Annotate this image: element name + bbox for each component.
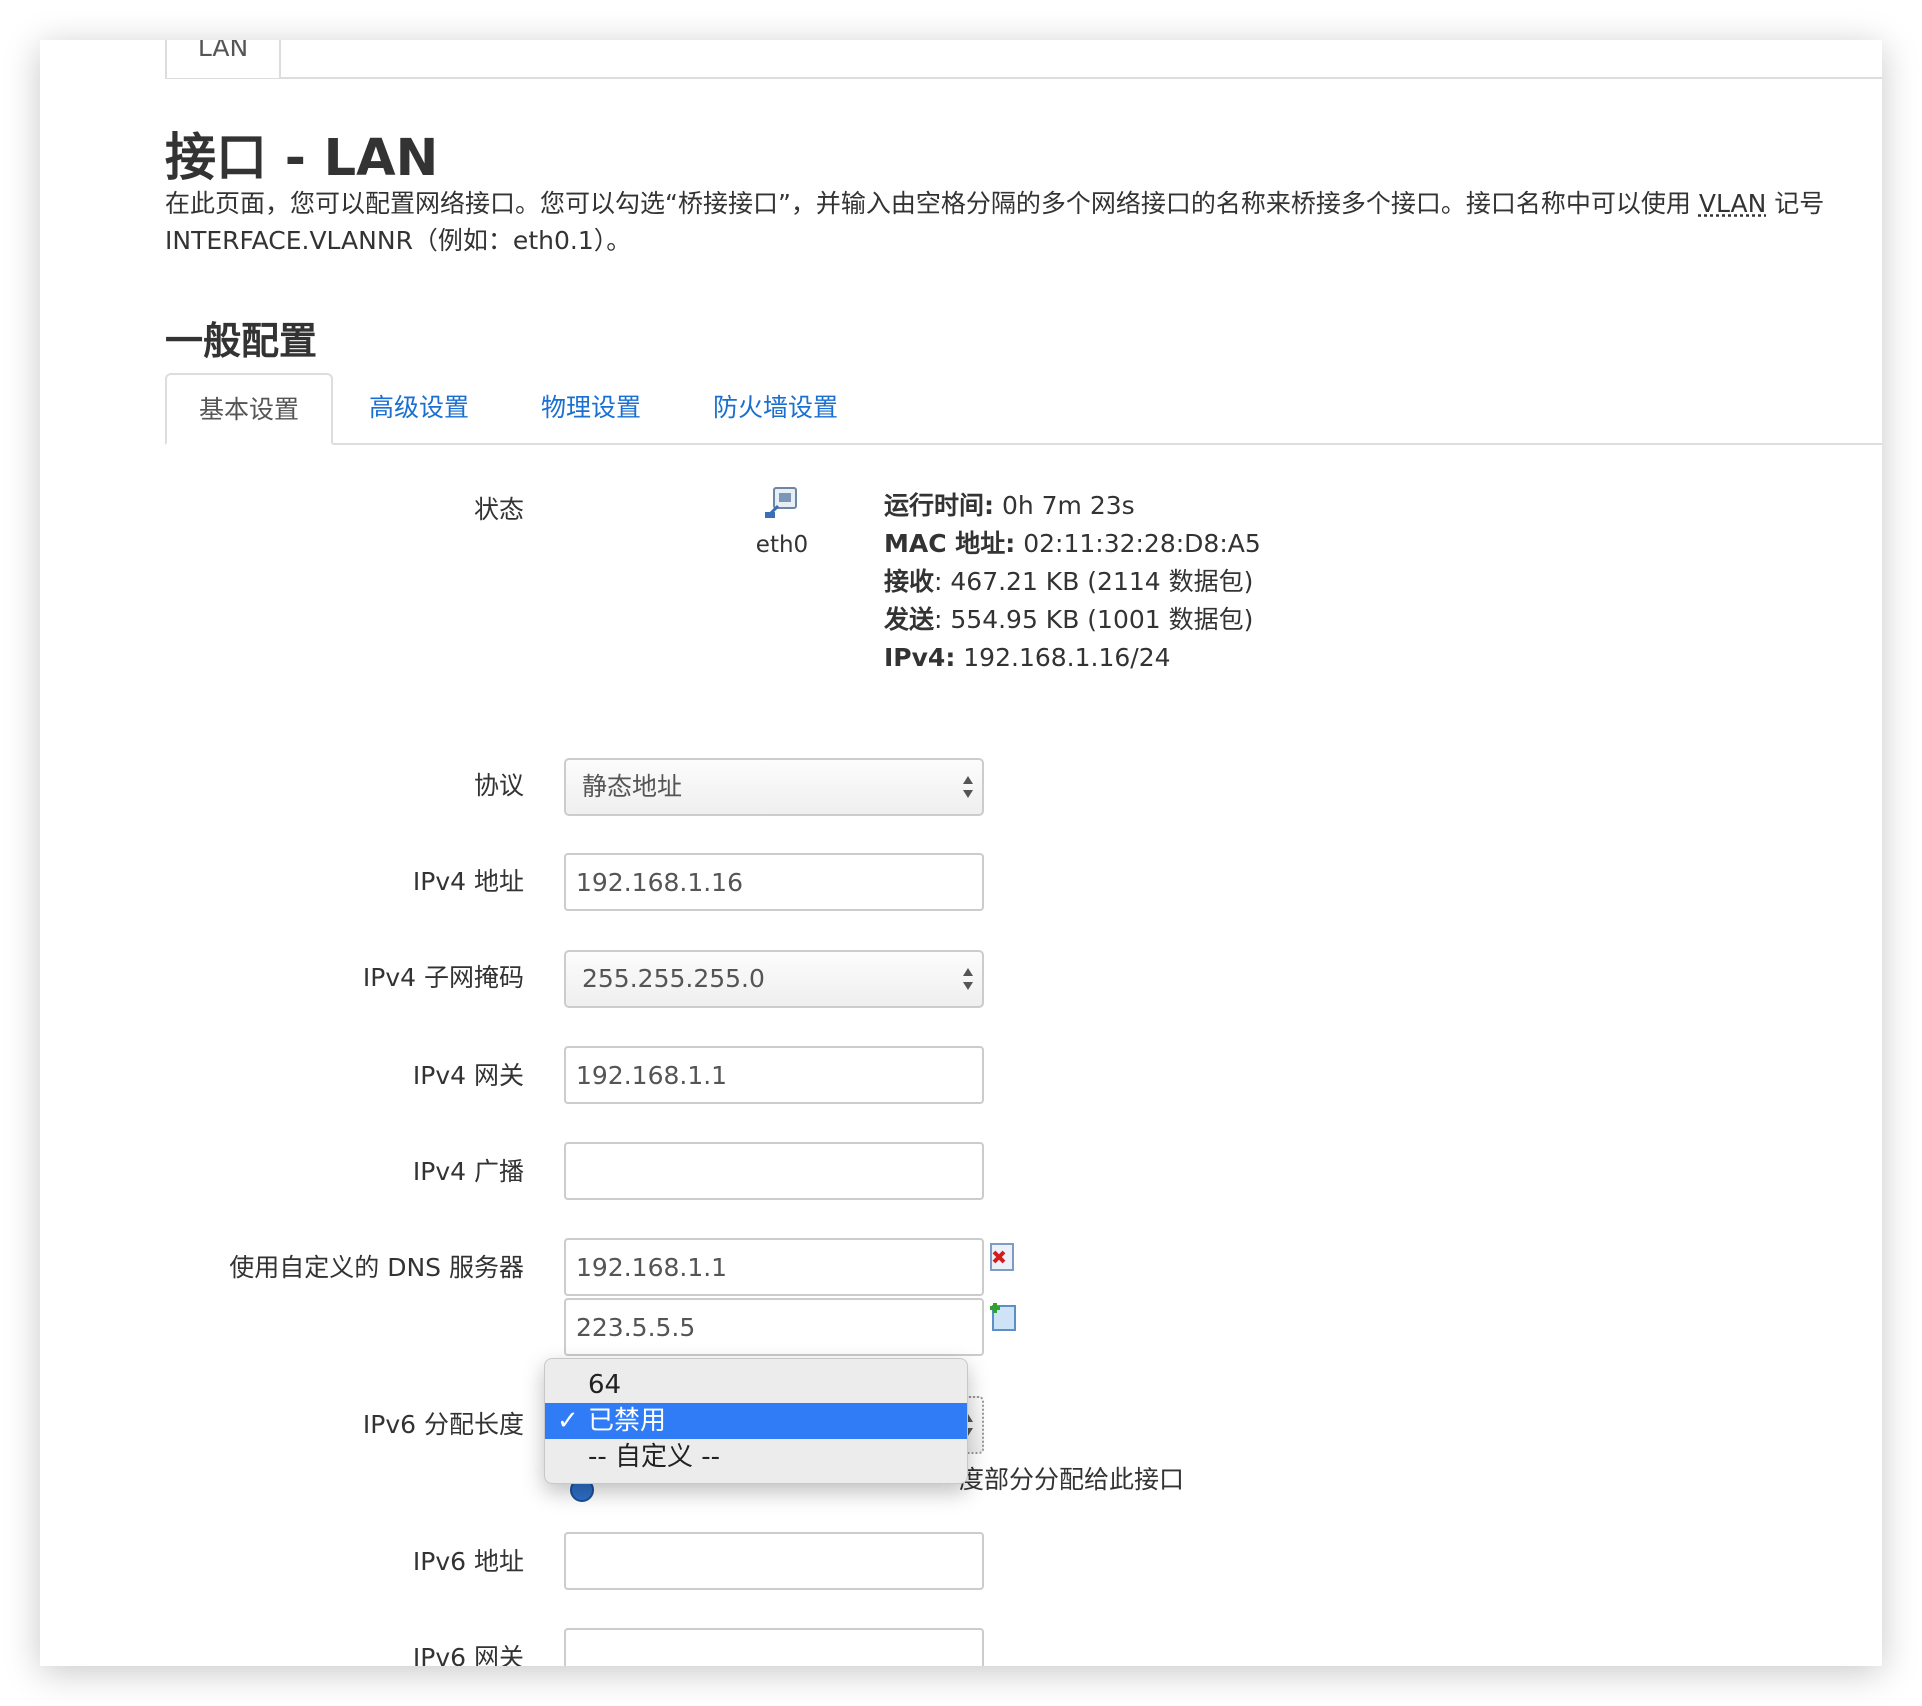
ipv4-netmask-select[interactable]: 255.255.255.0 xyxy=(564,950,984,1008)
page-title: 接口 - LAN xyxy=(165,129,439,188)
dropdown-option-64[interactable]: 64 xyxy=(545,1367,967,1403)
protocol-value: 静态地址 xyxy=(582,772,683,801)
checkmark-icon: ✓ xyxy=(557,1406,579,1436)
protocol-label: 协议 xyxy=(473,771,524,800)
ipv4-key: IPv4: xyxy=(884,643,956,672)
dropdown-option-custom[interactable]: -- 自定义 -- xyxy=(545,1439,967,1475)
browser-page: LAN 接口 - LAN 在此页面，您可以配置网络接口。您可以勾选“桥接接口”，… xyxy=(40,40,1882,1666)
tx-line: 发送: 554.95 KB (1001 数据包) xyxy=(884,601,1261,639)
ipv4-broadcast-label: IPv4 广播 xyxy=(412,1157,524,1186)
mac-value: 02:11:32:28:D8:A5 xyxy=(1015,529,1261,558)
vlan-abbr: VLAN xyxy=(1698,189,1767,218)
rx-line: 接收: 467.21 KB (2114 数据包) xyxy=(884,563,1261,601)
page-description: 在此页面，您可以配置网络接口。您可以勾选“桥接接口”，并输入由空格分隔的多个网络… xyxy=(165,185,1865,259)
uptime-key: 运行时间: xyxy=(884,491,994,520)
dns-input-2[interactable] xyxy=(564,1298,984,1356)
status-details: 运行时间: 0h 7m 23s MAC 地址: 02:11:32:28:D8:A… xyxy=(884,487,1261,677)
page-content: LAN 接口 - LAN 在此页面，您可以配置网络接口。您可以勾选“桥接接口”，… xyxy=(40,40,1882,1666)
ipv6-assign-label: IPv6 分配长度 xyxy=(362,1410,524,1439)
top-tab-divider xyxy=(165,77,1882,79)
remove-entry-icon[interactable] xyxy=(988,1242,1018,1272)
ethernet-port-icon xyxy=(765,487,797,518)
tab-advanced[interactable]: 高级设置 xyxy=(337,373,501,445)
tab-lan[interactable]: LAN xyxy=(165,40,281,78)
dns-input-1[interactable] xyxy=(564,1238,984,1296)
ipv6-gateway-label: IPv6 网关 xyxy=(412,1643,524,1666)
ipv4-address-label: IPv4 地址 xyxy=(412,867,524,896)
uptime-value: 0h 7m 23s xyxy=(994,491,1135,520)
ipv4-line: IPv4: 192.168.1.16/24 xyxy=(884,639,1261,677)
protocol-select[interactable]: 静态地址 xyxy=(564,758,984,816)
rx-key: 接收 xyxy=(884,567,935,596)
ipv4-netmask-label: IPv4 子网掩码 xyxy=(362,963,524,992)
ipv4-netmask-value: 255.255.255.0 xyxy=(582,964,765,993)
mac-line: MAC 地址: 02:11:32:28:D8:A5 xyxy=(884,525,1261,563)
ipv4-gateway-input[interactable] xyxy=(564,1046,984,1104)
tab-basic[interactable]: 基本设置 xyxy=(165,373,334,445)
ipv4-address-input[interactable] xyxy=(564,853,984,911)
ipv6-address-label: IPv6 地址 xyxy=(412,1547,524,1576)
ipv6-assign-dropdown: 64 ✓ 已禁用 -- 自定义 -- xyxy=(544,1358,968,1484)
updown-arrows-icon xyxy=(963,776,973,798)
mac-key: MAC 地址: xyxy=(884,529,1016,558)
tab-physical[interactable]: 物理设置 xyxy=(509,373,673,445)
device-name: eth0 xyxy=(755,532,809,558)
ipv4-gateway-label: IPv4 网关 xyxy=(412,1061,524,1090)
ipv4-broadcast-input[interactable] xyxy=(564,1142,984,1200)
tx-key: 发送 xyxy=(884,605,935,634)
status-label: 状态 xyxy=(473,495,524,524)
dropdown-option-disabled[interactable]: ✓ 已禁用 xyxy=(545,1403,967,1439)
section-title: 一般配置 xyxy=(165,319,318,363)
ipv6-gateway-input[interactable] xyxy=(564,1628,984,1666)
tab-firewall[interactable]: 防火墙设置 xyxy=(681,373,870,445)
updown-arrows-icon xyxy=(963,968,973,990)
tx-value: : 554.95 KB (1001 数据包) xyxy=(934,605,1254,634)
dns-label: 使用自定义的 DNS 服务器 xyxy=(229,1253,524,1282)
dropdown-option-disabled-label: 已禁用 xyxy=(588,1406,667,1436)
description-text: 在此页面，您可以配置网络接口。您可以勾选“桥接接口”，并输入由空格分隔的多个网络… xyxy=(165,189,1699,218)
rx-value: : 467.21 KB (2114 数据包) xyxy=(934,567,1254,596)
uptime-line: 运行时间: 0h 7m 23s xyxy=(884,487,1261,525)
ipv4-value: 192.168.1.16/24 xyxy=(955,643,1171,672)
ipv6-assign-hint-text: 度部分分配给此接口 xyxy=(959,1465,1185,1494)
ipv6-address-input[interactable] xyxy=(564,1532,984,1590)
add-entry-icon[interactable] xyxy=(988,1302,1018,1332)
